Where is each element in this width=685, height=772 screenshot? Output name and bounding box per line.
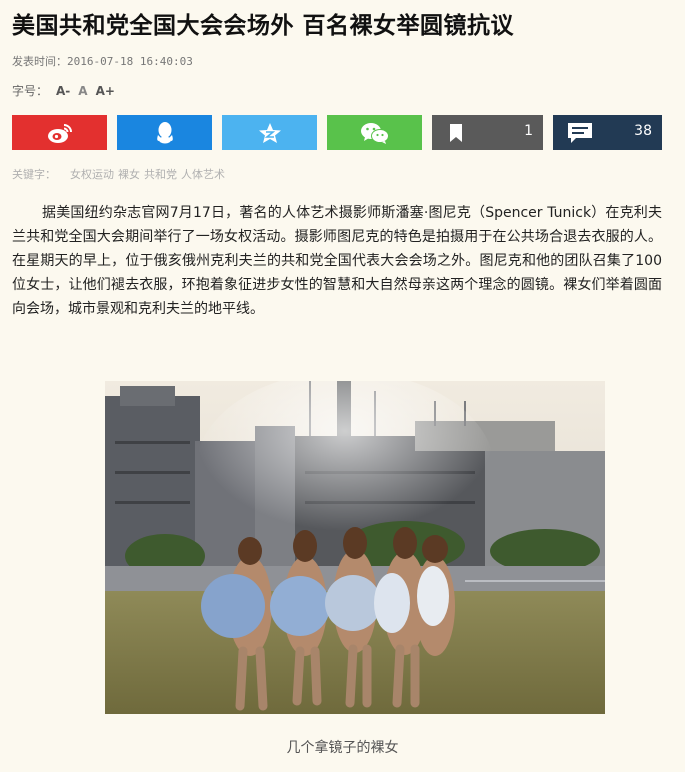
keyword-link[interactable]: 裸女 [118,166,140,182]
comment-count: 38 [634,123,652,139]
share-bar: 1 38 [12,115,662,150]
keyword-link[interactable]: 人体艺术 [181,166,225,182]
weibo-icon [47,123,72,143]
font-larger-button[interactable]: A+ [96,84,115,98]
qq-icon [156,121,173,143]
keyword-list: 关键字： 女权运动 裸女 共和党 人体艺术 [12,166,225,182]
keyword-link[interactable]: 共和党 [144,166,177,182]
share-qzone-button[interactable] [222,115,317,150]
keyword-label: 关键字： [12,168,56,181]
article-title: 美国共和党全国大会会场外 百名裸女举圆镜抗议 [12,13,515,39]
share-wechat-button[interactable] [327,115,422,150]
keyword-link[interactable]: 女权运动 [70,166,114,182]
published-label: 发表时间： [12,55,67,68]
published-time: 2016-07-18 16:40:03 [67,55,193,68]
article-photo [105,381,605,714]
qzone-star-icon [258,122,281,143]
wechat-icon [360,122,389,144]
font-smaller-button[interactable]: A- [56,84,70,98]
photo-caption: 几个拿镜子的裸女 [286,740,399,756]
share-qq-button[interactable] [117,115,212,150]
publish-meta: 发表时间：2016-07-18 16:40:03 [12,53,193,69]
comment-button[interactable]: 38 [553,115,662,150]
font-size-label: 字号： [12,84,49,98]
bookmark-icon [450,123,462,142]
font-size-controls: 字号： A- A A+ [12,82,115,99]
photo-illustration [105,381,605,714]
article-body: 据美国纽约杂志官网7月17日，著名的人体艺术摄影师斯潘塞·图尼克（Spencer… [12,205,662,317]
comment-icon [568,122,592,143]
font-default-button[interactable]: A [78,84,87,98]
share-weibo-button[interactable] [12,115,107,150]
bookmark-button[interactable]: 1 [432,115,543,150]
bookmark-count: 1 [524,123,533,139]
